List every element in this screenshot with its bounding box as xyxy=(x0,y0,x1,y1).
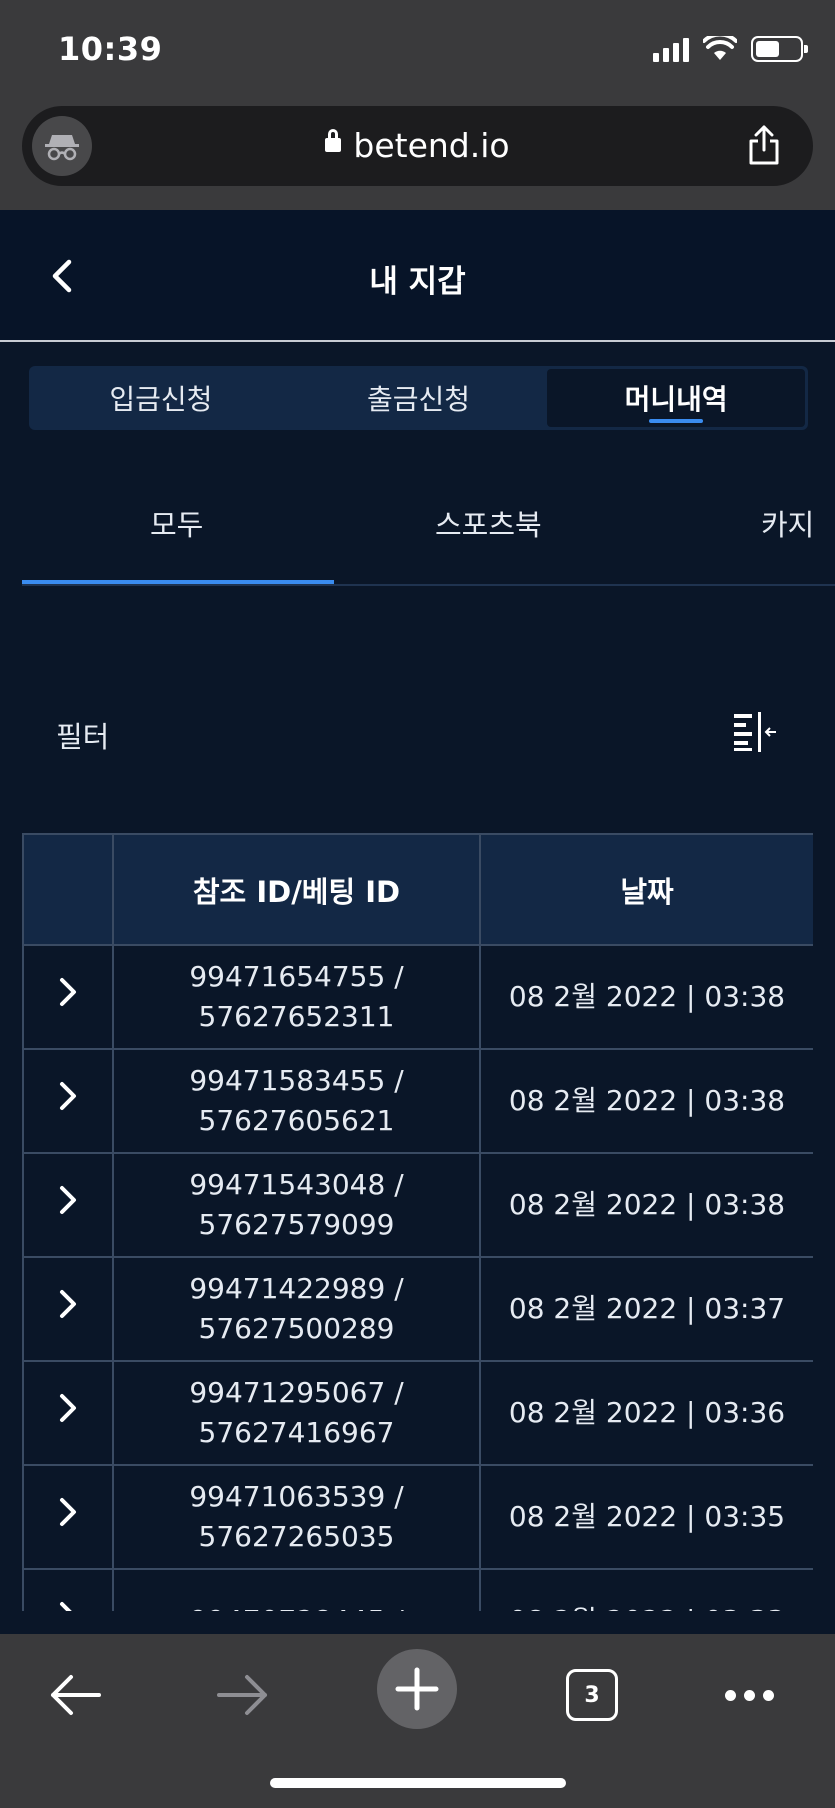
share-icon[interactable] xyxy=(747,124,781,170)
ref-id: 99471543048 / xyxy=(189,1168,404,1201)
category-tabs: 모두 스포츠북 카지 xyxy=(22,490,835,586)
row-expand-cell[interactable] xyxy=(22,1464,114,1570)
url-text: betend.io xyxy=(353,126,510,165)
ref-bet-id-cell: 99471063539 / 57627265035 xyxy=(112,1464,481,1570)
chevron-right-icon[interactable] xyxy=(53,1185,83,1215)
header-ref-id: 참조 ID/베팅 ID xyxy=(112,833,481,946)
tabs-button[interactable]: 3 xyxy=(564,1660,620,1730)
date-cell: 08 2월 2022 | 03:38 xyxy=(479,944,813,1050)
wallet-tabs: 입금신청 출금신청 머니내역 xyxy=(29,366,808,430)
ref-bet-id-cell: 99471543048 / 57627579099 xyxy=(112,1152,481,1258)
arrow-right-icon xyxy=(217,1675,267,1715)
chevron-right-icon[interactable] xyxy=(53,977,83,1007)
ref-id: 99471654755 / xyxy=(189,960,404,993)
subtab-all[interactable]: 모두 xyxy=(150,502,203,544)
new-tab-button[interactable] xyxy=(377,1649,457,1729)
more-icon xyxy=(724,1689,774,1701)
row-expand-cell[interactable] xyxy=(22,1152,114,1258)
header-expand xyxy=(22,833,114,946)
table-row[interactable]: 99471543048 / 57627579099 08 2월 2022 | 03:… xyxy=(22,1152,813,1258)
status-icons xyxy=(653,36,808,62)
arrow-left-icon xyxy=(51,1675,101,1715)
chevron-right-icon[interactable] xyxy=(53,1289,83,1319)
table-row[interactable]: 99471422989 / 57627500289 08 2월 2022 | 03:… xyxy=(22,1256,813,1362)
bet-id: 57627265035 xyxy=(198,1520,395,1553)
browser-forward-button[interactable] xyxy=(208,1660,278,1730)
date-cell: 08 2월 2022 | 03:35 xyxy=(479,1464,813,1570)
date-cell: 08 2월 2022 | 03:37 xyxy=(479,1256,813,1362)
row-expand-cell[interactable] xyxy=(22,1256,114,1362)
ref-id: 99470728445 / xyxy=(114,1601,479,1611)
bet-id: 57627605621 xyxy=(198,1104,395,1137)
address-bar[interactable]: betend.io xyxy=(22,106,813,186)
chevron-right-icon[interactable] xyxy=(53,1497,83,1527)
tab-money-history[interactable]: 머니내역 xyxy=(547,369,806,427)
subtab-casino[interactable]: 카지 xyxy=(761,502,814,544)
browser-back-button[interactable] xyxy=(40,1660,110,1730)
header-date: 날짜 xyxy=(479,833,813,946)
ref-id: 99471063539 / xyxy=(189,1480,404,1513)
tab-count: 3 xyxy=(566,1669,618,1721)
ref-bet-id-cell: 99470728445 / xyxy=(112,1568,481,1611)
date-cell: 08 2월 2022 | 03:38 xyxy=(479,1152,813,1258)
app-header: 내 지갑 xyxy=(0,210,835,342)
bet-id: 57627579099 xyxy=(198,1208,395,1241)
table-header-row: 참조 ID/베팅 ID 날짜 xyxy=(22,833,813,946)
transactions-table: 참조 ID/베팅 ID 날짜 99471654755 / 57627652311 0… xyxy=(22,833,813,1611)
ref-id: 99471583455 / xyxy=(189,1064,404,1097)
wifi-icon xyxy=(703,36,737,60)
ref-bet-id-cell: 99471422989 / 57627500289 xyxy=(112,1256,481,1362)
bet-id: 57627652311 xyxy=(198,1000,395,1033)
status-time: 10:39 xyxy=(58,30,163,68)
subtab-sportsbook[interactable]: 스포츠북 xyxy=(435,502,542,544)
table-row[interactable]: 99471583455 / 57627605621 08 2월 2022 | 03:… xyxy=(22,1048,813,1154)
ref-bet-id-cell: 99471295067 / 57627416967 xyxy=(112,1360,481,1466)
active-tab-indicator xyxy=(22,580,334,584)
battery-icon xyxy=(751,36,808,62)
date-cell: 08 2월 2022 | 03:38 xyxy=(479,1048,813,1154)
table-row[interactable]: 99471654755 / 57627652311 08 2월 2022 | 03:… xyxy=(22,944,813,1050)
ref-bet-id-cell: 99471654755 / 57627652311 xyxy=(112,944,481,1050)
ref-id: 99471422989 / xyxy=(189,1272,404,1305)
filter-icon[interactable] xyxy=(730,710,780,754)
home-indicator xyxy=(270,1778,566,1788)
bet-id: 57627500289 xyxy=(198,1312,395,1345)
ref-id: 99471295067 / xyxy=(189,1376,404,1409)
page-title: 내 지갑 xyxy=(369,264,466,300)
ref-bet-id-cell: 99471583455 / 57627605621 xyxy=(112,1048,481,1154)
browser-top-bar: 10:39 betend.io xyxy=(0,0,835,210)
tab-deposit[interactable]: 입금신청 xyxy=(32,369,290,427)
chevron-right-icon[interactable] xyxy=(53,1081,83,1111)
url-display[interactable]: betend.io xyxy=(22,126,813,165)
more-menu-button[interactable] xyxy=(718,1660,780,1730)
bet-id: 57627416967 xyxy=(198,1416,395,1449)
row-expand-cell[interactable] xyxy=(22,1048,114,1154)
row-expand-cell[interactable] xyxy=(22,1568,114,1611)
cellular-signal-icon xyxy=(653,36,689,62)
row-expand-cell[interactable] xyxy=(22,1360,114,1466)
table-row[interactable]: 99471295067 / 57627416967 08 2월 2022 | 03:… xyxy=(22,1360,813,1466)
row-expand-cell[interactable] xyxy=(22,944,114,1050)
filter-label: 필터 xyxy=(56,720,110,754)
table-row[interactable]: 99471063539 / 57627265035 08 2월 2022 | 03:… xyxy=(22,1464,813,1570)
chevron-right-icon[interactable] xyxy=(53,1393,83,1423)
table-row[interactable]: 99470728445 /08 2월 2022 | 03:33 xyxy=(22,1568,813,1611)
date-cell: 08 2월 2022 | 03:33 xyxy=(479,1568,813,1611)
date-cell: 08 2월 2022 | 03:36 xyxy=(479,1360,813,1466)
tab-withdraw[interactable]: 출금신청 xyxy=(290,369,548,427)
lock-icon xyxy=(325,128,342,152)
chevron-right-icon[interactable] xyxy=(53,1601,83,1611)
plus-icon xyxy=(377,1649,457,1729)
